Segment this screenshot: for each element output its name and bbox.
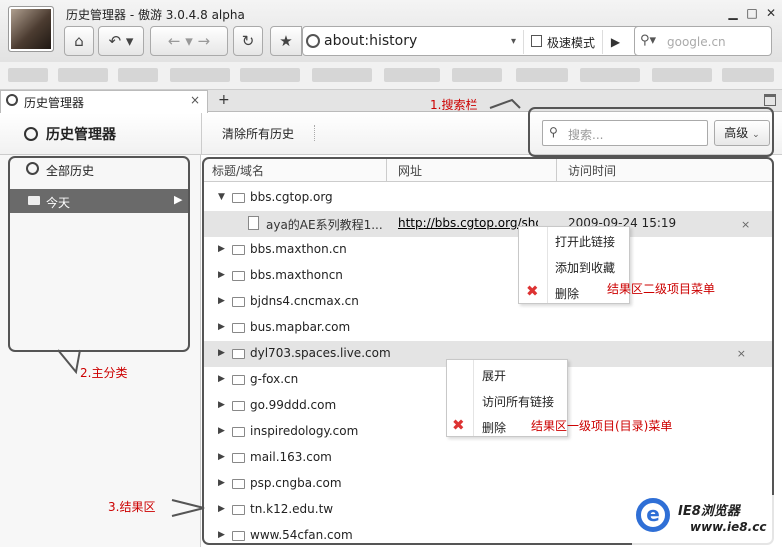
annotation-menu-level2: 结果区二级项目菜单 bbox=[607, 282, 716, 296]
watermark-name: IE8浏览器 bbox=[678, 504, 740, 519]
ie-logo-icon: e bbox=[636, 498, 670, 532]
annotation-category: 2.主分类 bbox=[80, 366, 128, 380]
annotation-menu-level1: 结果区一级项目(目录)菜单 bbox=[531, 419, 673, 433]
watermark-url: www.ie8.cc bbox=[690, 520, 767, 534]
annotation-pointers bbox=[57, 98, 521, 517]
annotation-results: 3.结果区 bbox=[108, 500, 156, 514]
annotation-search: 1.搜索栏 bbox=[430, 98, 478, 112]
